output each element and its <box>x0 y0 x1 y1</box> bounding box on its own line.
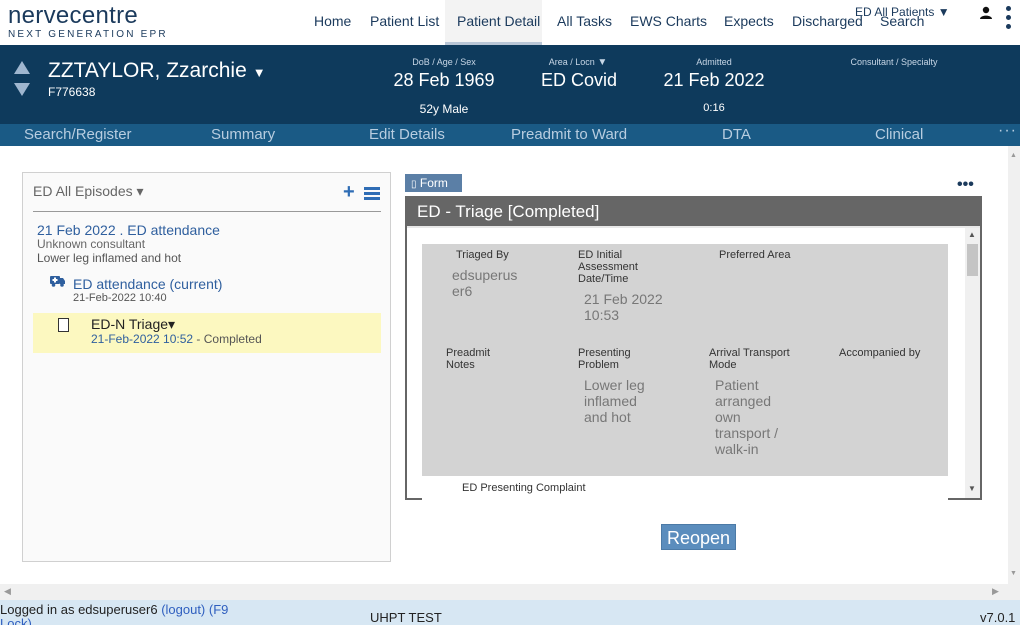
logout-link[interactable]: (logout) <box>161 602 205 617</box>
presenting-problem-label: Presenting Problem <box>578 347 631 371</box>
triage-form-title[interactable]: ED-N Triage▾ <box>91 316 175 333</box>
admitted-value: 21 Feb 2022 <box>663 70 765 90</box>
action-clinical[interactable]: Clinical <box>875 126 923 143</box>
dob-value: 28 Feb 1969 <box>393 70 495 90</box>
age-sex-value: 52y Male <box>419 102 469 116</box>
patient-id: F776638 <box>48 85 96 99</box>
action-search-register[interactable]: Search/Register <box>24 126 132 143</box>
top-nav-bar: nervecentre NEXT GENERATION EPR Home Pat… <box>0 0 1020 45</box>
status-bar: Logged in as edsuperuser6 (logout) (F9 L… <box>0 600 1020 625</box>
nav-patient-detail[interactable]: Patient Detail <box>457 13 540 29</box>
consultant-label: Consultant / Specialty <box>850 57 938 67</box>
presenting-complaint-label: ED Presenting Complaint <box>462 482 586 494</box>
ambulance-icon <box>50 276 65 287</box>
action-summary[interactable]: Summary <box>211 126 275 143</box>
attendance-problem: Lower leg inflamed and hot <box>37 251 182 265</box>
form-body: Triaged By edsuperus er6 ED Initial Asse… <box>407 226 980 500</box>
nav-all-tasks[interactable]: All Tasks <box>557 13 612 29</box>
presenting-problem-value: Lower leg inflamed and hot <box>584 377 645 425</box>
current-attendance-link[interactable]: ED attendance (current) <box>73 276 222 292</box>
nav-patient-list[interactable]: Patient List <box>370 13 439 29</box>
form-scroll-up-icon[interactable]: ▲ <box>968 230 976 239</box>
initial-assessment-label: ED Initial Assessment Date/Time <box>578 249 638 285</box>
add-episode-icon[interactable]: + <box>343 181 355 204</box>
initial-assessment-value: 21 Feb 2022 10:53 <box>584 291 663 323</box>
document-icon <box>58 318 69 332</box>
environment-name: UHPT TEST <box>370 610 442 625</box>
patient-action-bar: Search/Register Summary Edit Details Pre… <box>0 122 1020 146</box>
action-more-icon[interactable]: ··· <box>998 122 1017 140</box>
user-icon[interactable] <box>979 6 993 20</box>
ward-filter-select[interactable]: ED All Patients ▼ <box>855 5 950 19</box>
arrival-transport-label: Arrival Transport Mode <box>709 347 790 371</box>
preadmit-notes-label: Preadmit Notes <box>446 347 491 371</box>
nav-discharged[interactable]: Discharged <box>792 13 863 29</box>
form-tab-label: Form <box>419 176 448 190</box>
episodes-panel: ED All Episodes ▾ + 21 Feb 2022 . ED att… <box>22 172 391 562</box>
triaged-by-label: Triaged By <box>456 249 509 261</box>
arrival-transport-value: Patient arranged own transport / walk-in <box>715 377 779 457</box>
admitted-label: Admitted <box>696 57 732 67</box>
triage-form-meta: 21-Feb-2022 10:52 - Completed <box>91 332 262 346</box>
attendance-link[interactable]: 21 Feb 2022 . ED attendance <box>37 222 220 238</box>
accompanied-by-label: Accompanied by <box>839 347 921 359</box>
next-patient-icon[interactable] <box>14 83 30 96</box>
logged-in-text: Logged in as edsuperuser6 <box>0 602 158 617</box>
nav-expects[interactable]: Expects <box>724 13 774 29</box>
form-document-icon: ▯ <box>411 179 417 190</box>
form-title: ED - Triage [Completed] <box>407 198 980 226</box>
form-scroll-down-icon[interactable]: ▼ <box>968 484 976 493</box>
form-scrollbar[interactable]: ▲ ▼ <box>965 228 980 498</box>
form-fields-section: Triaged By edsuperus er6 ED Initial Asse… <box>422 244 948 476</box>
patient-menu-caret-icon[interactable]: ▼ <box>253 65 266 80</box>
page-horizontal-scrollbar[interactable]: ◀ ▶ <box>0 584 1020 600</box>
form-next-section: ED Presenting Complaint <box>422 476 948 500</box>
triage-form-date: 21-Feb-2022 10:52 <box>91 332 194 346</box>
action-dta[interactable]: DTA <box>722 126 751 143</box>
action-preadmit-to-ward[interactable]: Preadmit to Ward <box>511 126 627 143</box>
area-value: ED Covid <box>540 70 618 90</box>
logged-in-info: Logged in as edsuperuser6 (logout) (F9 L… <box>0 603 250 625</box>
dob-label: DoB / Age / Sex <box>412 57 476 67</box>
attendance-consultant: Unknown consultant <box>37 237 146 251</box>
form-tab[interactable]: ▯ Form <box>405 174 462 192</box>
triage-form-status: - Completed <box>193 332 262 346</box>
action-edit-details[interactable]: Edit Details <box>369 126 445 143</box>
logo-tagline: NEXT GENERATION EPR <box>8 29 168 40</box>
logo-wordmark: nervecentre <box>8 2 139 29</box>
page-scroll-right-icon[interactable]: ▶ <box>992 586 999 597</box>
preferred-area-label: Preferred Area <box>719 249 791 261</box>
reopen-button[interactable]: Reopen <box>661 524 736 550</box>
page-vertical-scrollbar[interactable]: ▲ ▼ <box>1008 146 1020 584</box>
page-scroll-left-icon[interactable]: ◀ <box>4 586 11 597</box>
patient-banner: ZZTAYLOR, Zzarchie ▼ F776638 DoB / Age / … <box>0 45 1020 124</box>
current-attendance-time: 21-Feb-2022 10:40 <box>73 292 167 304</box>
app-menu-kebab-icon[interactable] <box>1006 6 1012 34</box>
nervecentre-logo[interactable]: nervecentre NEXT GENERATION EPR <box>8 2 168 41</box>
form-scroll-thumb[interactable] <box>967 244 978 276</box>
triage-form-panel: ED - Triage [Completed] Triaged By edsup… <box>405 196 982 500</box>
episodes-filter-dropdown[interactable]: ED All Episodes ▾ <box>33 183 144 200</box>
main-content: ED All Episodes ▾ + 21 Feb 2022 . ED att… <box>0 146 1008 584</box>
nav-home[interactable]: Home <box>314 13 351 29</box>
patient-name[interactable]: ZZTAYLOR, Zzarchie ▼ <box>48 59 266 83</box>
episode-list-menu-icon[interactable] <box>364 187 380 201</box>
form-more-icon[interactable]: ••• <box>957 176 974 194</box>
app-version: v7.0.1 <box>980 610 1016 625</box>
app-root: nervecentre NEXT GENERATION EPR Home Pat… <box>0 0 1020 625</box>
nav-ews-charts[interactable]: EWS Charts <box>630 13 707 29</box>
page-scroll-down-icon[interactable]: ▼ <box>1010 570 1017 577</box>
admitted-time: 0:16 <box>703 102 725 114</box>
episodes-divider <box>33 211 381 212</box>
previous-patient-icon[interactable] <box>14 61 30 74</box>
page-scroll-up-icon[interactable]: ▲ <box>1010 152 1017 159</box>
triaged-by-value: edsuperus er6 <box>452 267 518 299</box>
area-label[interactable]: Area / Locn ▼ <box>528 57 628 68</box>
